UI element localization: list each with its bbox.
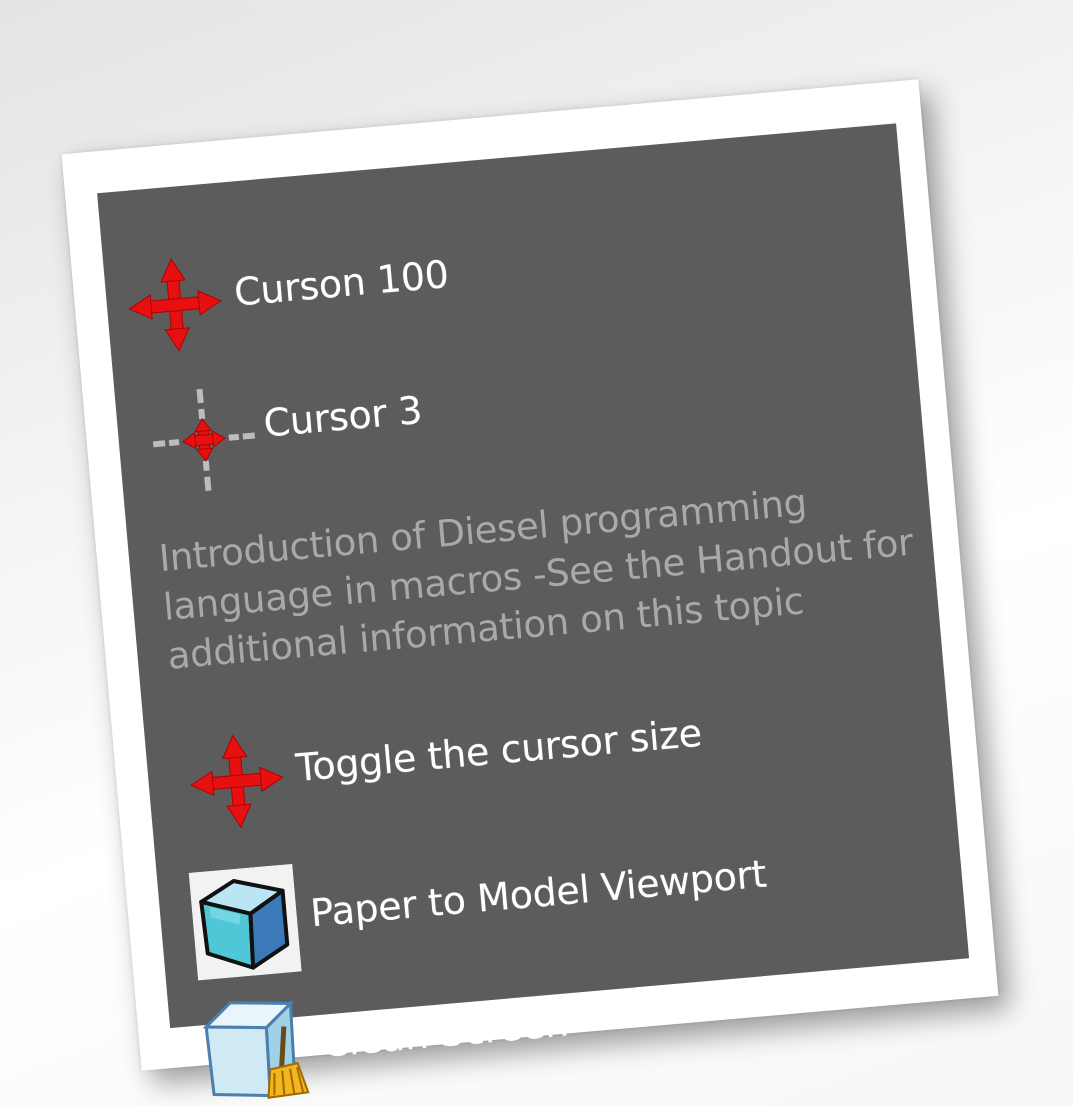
menu-item-cursor-100[interactable]: Curson 100 [123,233,453,357]
menu-item-toggle-cursor-size[interactable]: Toggle the cursor size [185,693,707,834]
move-cursor-large-icon [190,734,284,829]
menu-item-paper-to-model-viewport[interactable]: Paper to Model Viewport [188,823,771,981]
diesel-description-text: Introduction of Diesel programming langu… [157,480,915,678]
menu-item-cursor-3[interactable]: Cursor 3 [144,366,427,500]
menu-item-label: Cursor 3 [261,387,424,446]
menu-item-label: Toggle the cursor size [294,710,704,791]
clean-screen-broom-icon [202,1000,310,1100]
3d-cube-icon [188,863,302,981]
macro-menu-panel: Curson 100 Cursor 3 Introduction of Dies… [97,123,970,1100]
menu-item-label: Curson 100 [232,252,451,315]
menu-item-label: Paper to Model Viewport [308,851,769,936]
move-cursor-small-icon [152,388,256,491]
move-cursor-large-icon [128,258,222,352]
menu-item-label: Clean Screen [320,1000,571,1066]
menu-item-clean-screen[interactable]: Clean Screen [200,966,573,1106]
photo-frame: Curson 100 Cursor 3 Introduction of Dies… [61,79,999,1100]
